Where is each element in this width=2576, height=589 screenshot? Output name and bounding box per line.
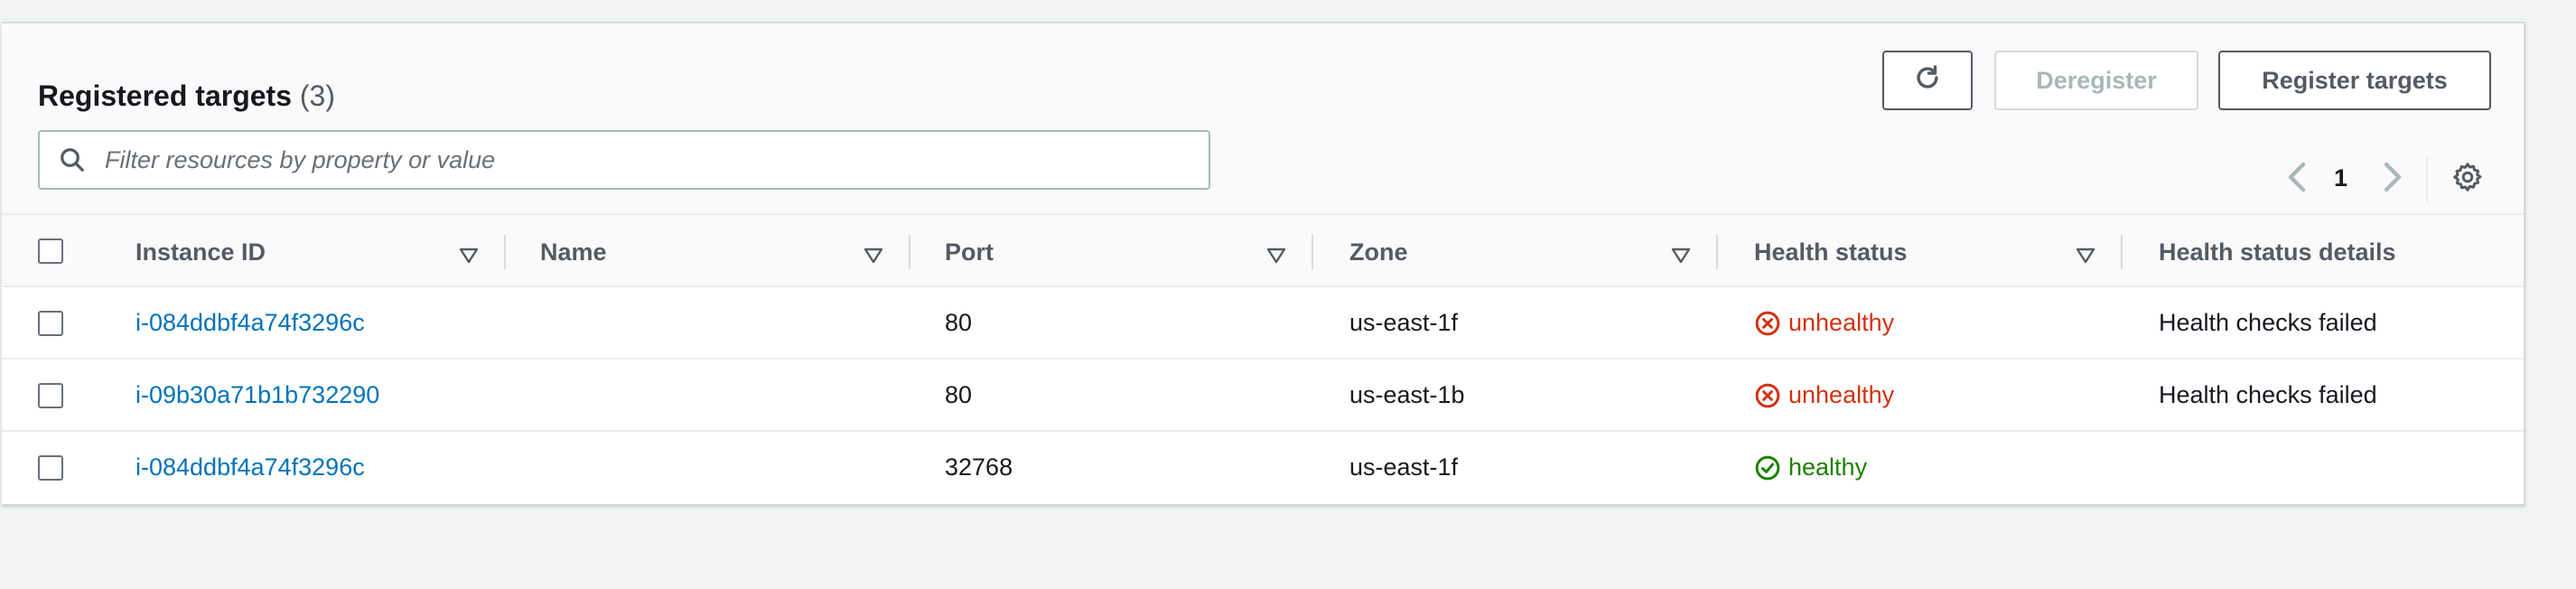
sort-down-icon[interactable] — [459, 248, 479, 264]
error-circle-icon — [1755, 383, 1780, 407]
port-cell: 80 — [945, 381, 973, 408]
zone-cell: us-east-1f — [1349, 309, 1459, 336]
target-count: (3) — [299, 79, 335, 112]
instance-id-link[interactable]: i-084ddbf4a74f3296c — [135, 453, 365, 481]
page-number[interactable]: 1 — [2334, 164, 2347, 192]
sort-down-icon[interactable] — [1671, 248, 1691, 264]
port-cell: 80 — [945, 309, 973, 336]
search-placeholder: Filter resources by property or value — [105, 145, 496, 173]
register-targets-button[interactable]: Register targets — [2218, 51, 2491, 110]
chevron-right-icon — [2383, 161, 2404, 198]
row-checkbox[interactable] — [38, 311, 63, 336]
refresh-button[interactable] — [1882, 51, 1973, 110]
error-circle-icon — [1755, 311, 1780, 335]
column-header-health-status-details[interactable]: Health status details — [2159, 238, 2396, 266]
zone-cell: us-east-1b — [1349, 381, 1465, 408]
port-cell: 32768 — [945, 453, 1013, 481]
column-header-name[interactable]: Name — [540, 238, 607, 266]
sort-down-icon[interactable] — [2076, 248, 2095, 264]
column-divider[interactable] — [504, 235, 506, 269]
health-status-text: healthy — [1788, 453, 1868, 481]
health-status-text: unhealthy — [1788, 381, 1895, 408]
column-divider[interactable] — [1716, 235, 1718, 269]
column-divider[interactable] — [1311, 235, 1313, 269]
gear-icon — [2451, 161, 2484, 198]
column-header-zone[interactable]: Zone — [1349, 238, 1408, 266]
table-row: i-084ddbf4a74f3296c 80 us-east-1f unheal… — [2, 287, 2524, 360]
sort-down-icon[interactable] — [863, 248, 883, 264]
search-icon — [40, 146, 105, 173]
instance-id-link[interactable]: i-084ddbf4a74f3296c — [135, 309, 365, 337]
health-status-cell: unhealthy — [1754, 309, 1894, 337]
sort-down-icon[interactable] — [1266, 248, 1286, 264]
row-checkbox[interactable] — [38, 455, 63, 481]
table-row: i-09b30a71b1b732290 80 us-east-1b unheal… — [2, 360, 2524, 432]
panel-title: Registered targets (3) — [38, 79, 335, 113]
table-row: i-084ddbf4a74f3296c 32768 us-east-1f hea… — [2, 432, 2524, 504]
registered-targets-panel: Registered targets (3) Deregister Regist… — [2, 22, 2525, 505]
column-header-health-status[interactable]: Health status — [1754, 238, 1908, 266]
previous-page-button[interactable] — [2278, 161, 2314, 197]
filter-search-input[interactable]: Filter resources by property or value — [38, 130, 1210, 190]
next-page-button[interactable] — [2375, 161, 2412, 197]
column-divider[interactable] — [2121, 235, 2123, 269]
check-circle-icon — [1755, 455, 1780, 480]
health-details-cell: Health checks failed — [2159, 309, 2377, 336]
panel-header: Registered targets (3) Deregister Regist… — [2, 23, 2524, 215]
health-status-cell: healthy — [1754, 453, 1867, 481]
table-header: Instance ID Name Port Zone Health status… — [2, 215, 2524, 287]
row-checkbox[interactable] — [38, 383, 63, 408]
health-status-text: unhealthy — [1788, 309, 1895, 336]
title-text: Registered targets — [38, 79, 292, 112]
deregister-button[interactable]: Deregister — [1994, 51, 2198, 110]
select-all-checkbox[interactable] — [38, 238, 63, 264]
column-header-port[interactable]: Port — [945, 238, 994, 266]
health-details-cell: Health checks failed — [2159, 381, 2377, 408]
preferences-button[interactable] — [2448, 159, 2487, 199]
chevron-left-icon — [2285, 161, 2307, 198]
column-divider[interactable] — [909, 235, 910, 269]
zone-cell: us-east-1f — [1349, 453, 1459, 481]
pager-divider — [2426, 157, 2428, 202]
refresh-icon — [1912, 62, 1943, 99]
health-status-cell: unhealthy — [1754, 381, 1894, 409]
instance-id-link[interactable]: i-09b30a71b1b732290 — [135, 381, 379, 409]
column-header-instance-id[interactable]: Instance ID — [135, 238, 266, 266]
